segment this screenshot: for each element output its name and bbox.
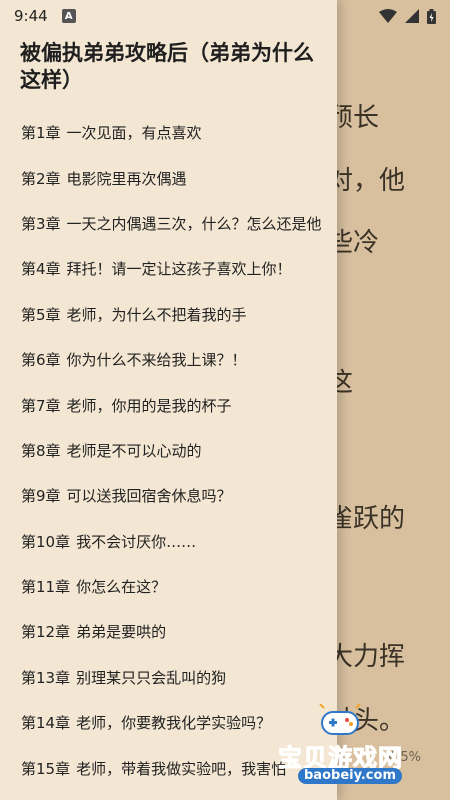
chapter-number: 第8章 [21, 441, 61, 460]
chapter-number: 第7章 [21, 396, 61, 415]
chapter-number: 第3章 [21, 214, 61, 233]
chapter-title: 你为什么不来给我上课？！ [66, 351, 247, 370]
chapter-title: 拜托！请一定让这孩子喜欢上你！ [66, 260, 292, 279]
reader-line: 大力挥 [327, 642, 406, 672]
watermark-url: baobeiy.com [298, 768, 402, 784]
chapter-number: 第12章 [21, 623, 71, 642]
chapter-item[interactable]: 第6章 你为什么不来给我上课？！ [0, 337, 337, 382]
chapter-title: 一天之内偶遇三次，什么？怎么还是他 [66, 214, 322, 233]
chapter-item[interactable]: 第8章 老师是不可以心动的 [0, 428, 337, 473]
status-time: 9:44 [14, 7, 48, 25]
chapter-drawer: 被偏执弟弟攻略后（弟弟为什么这样） 第1章 一次见面，有点喜欢 第2章 电影院里再次… [0, 0, 337, 800]
watermark: 宝贝游戏网 baobeiy.com [276, 700, 426, 790]
chapter-number: 第14章 [21, 714, 71, 733]
chapter-item[interactable]: 第1章 一次见面，有点喜欢 [0, 110, 337, 155]
chapter-title: 电影院里再次偶遇 [66, 169, 187, 188]
battery-icon [427, 8, 436, 24]
chapter-item[interactable]: 第5章 老师，为什么不把着我的手 [0, 292, 337, 337]
chapter-number: 第9章 [21, 487, 61, 506]
chapter-number: 第2章 [21, 169, 61, 188]
status-icons [379, 8, 436, 24]
chapter-title: 我不会讨厌你…… [76, 532, 197, 551]
notification-icon: A [61, 9, 76, 23]
chapter-item[interactable]: 第3章 一天之内偶遇三次，什么？怎么还是他 [0, 201, 337, 246]
chapter-item[interactable]: 第11章 你怎么在这？ [0, 564, 337, 609]
chapter-title: 别理某只只会乱叫的狗 [76, 668, 227, 687]
chapter-item[interactable]: 第2章 电影院里再次偶遇 [0, 155, 337, 200]
status-bar: 9:44 A [0, 0, 450, 32]
book-title: 被偏执弟弟攻略后（弟弟为什么这样） [20, 41, 314, 92]
chapter-number: 第6章 [21, 351, 61, 370]
chapter-number: 第5章 [21, 305, 61, 324]
chapter-item[interactable]: 第9章 可以送我回宿舍休息吗？ [0, 473, 337, 518]
chapter-item[interactable]: 第13章 别理某只只会乱叫的狗 [0, 655, 337, 700]
chapter-number: 第13章 [21, 668, 71, 687]
chapter-item[interactable]: 第4章 拜托！请一定让这孩子喜欢上你！ [0, 246, 337, 291]
chapter-title: 你怎么在这？ [76, 578, 167, 597]
wifi-icon [379, 9, 397, 23]
chapter-number: 第11章 [21, 578, 71, 597]
chapter-number: 第10章 [21, 532, 71, 551]
chapter-title: 老师，你要教我化学实验吗？ [76, 714, 272, 733]
chapter-item[interactable]: 第12章 弟弟是要哄的 [0, 609, 337, 654]
chapter-title: 老师，带着我做实验吧，我害怕 [76, 759, 287, 778]
chapter-list[interactable]: 第1章 一次见面，有点喜欢 第2章 电影院里再次偶遇 第3章 一天之内偶遇三次，什么？… [0, 110, 337, 791]
chapter-title: 一次见面，有点喜欢 [66, 124, 202, 143]
reader-line: 对，他 [327, 166, 406, 196]
chapter-title: 老师，你用的是我的杯子 [66, 396, 232, 415]
chapter-title: 可以送我回宿舍休息吗？ [66, 487, 232, 506]
chapter-number: 第1章 [21, 124, 61, 143]
chapter-item[interactable]: 第10章 我不会讨厌你…… [0, 519, 337, 564]
chapter-title: 弟弟是要哄的 [76, 623, 167, 642]
reader-line: 雀跃的 [327, 504, 406, 534]
chapter-number: 第4章 [21, 260, 61, 279]
chapter-item[interactable]: 第7章 老师，你用的是我的杯子 [0, 382, 337, 427]
chapter-title: 老师是不可以心动的 [66, 441, 202, 460]
chapter-number: 第15章 [21, 759, 71, 778]
chapter-title: 老师，为什么不把着我的手 [66, 305, 247, 324]
signal-icon [405, 9, 419, 23]
